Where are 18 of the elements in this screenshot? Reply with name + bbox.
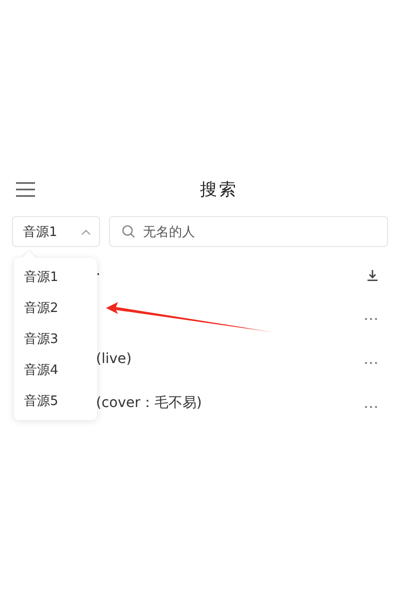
song-title: (live) <box>96 351 132 367</box>
chevron-up-icon <box>81 228 91 234</box>
search-icon <box>122 225 135 238</box>
menu-item[interactable]: 音源1 <box>14 261 97 292</box>
menu-item[interactable]: 音源3 <box>14 323 97 355</box>
song-title: (cover：毛不易) <box>96 394 202 412</box>
menu-item[interactable]: 音源5 <box>14 386 97 417</box>
menu-icon[interactable] <box>16 182 35 196</box>
more-icon[interactable] <box>364 405 378 409</box>
menu-item[interactable]: 音源4 <box>14 354 97 386</box>
more-icon[interactable] <box>364 317 378 321</box>
search-field[interactable]: 无名的人 <box>109 216 388 247</box>
more-icon[interactable] <box>364 361 378 365</box>
source-select[interactable]: 音源1 <box>12 216 100 247</box>
menu-item[interactable]: 音源2 <box>14 292 97 324</box>
download-icon[interactable] <box>367 270 378 280</box>
song-title: . <box>96 263 100 279</box>
page-title: 搜索 <box>200 178 239 200</box>
